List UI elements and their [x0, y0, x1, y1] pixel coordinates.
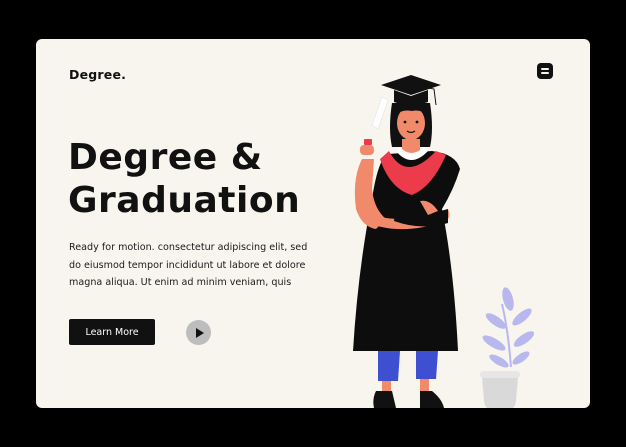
hero-headline: Degree & Graduation [68, 136, 300, 222]
hero-description-line-3: magna aliqua. Ut enim ad minim veniam, q… [69, 277, 292, 288]
brand-logo[interactable]: Degree. [69, 67, 126, 82]
potted-plant-icon [480, 287, 535, 408]
landing-card: Degree. Degree & Graduation Ready for mo… [36, 39, 590, 408]
learn-more-button[interactable]: Learn More [69, 319, 155, 345]
graduate-illustration [353, 75, 535, 408]
play-button[interactable] [186, 320, 211, 345]
hero-description-line-1: Ready for motion. consectetur adipiscing… [69, 242, 308, 253]
hero-description: Ready for motion. consectetur adipiscing… [69, 239, 319, 292]
hero-headline-line-1: Degree & [68, 137, 263, 178]
hero-headline-line-2: Graduation [68, 180, 301, 221]
play-icon [196, 327, 204, 338]
hero-description-line-2: do eiusmod tempor incididunt ut labore e… [69, 259, 306, 271]
graduate-figure [353, 75, 460, 408]
